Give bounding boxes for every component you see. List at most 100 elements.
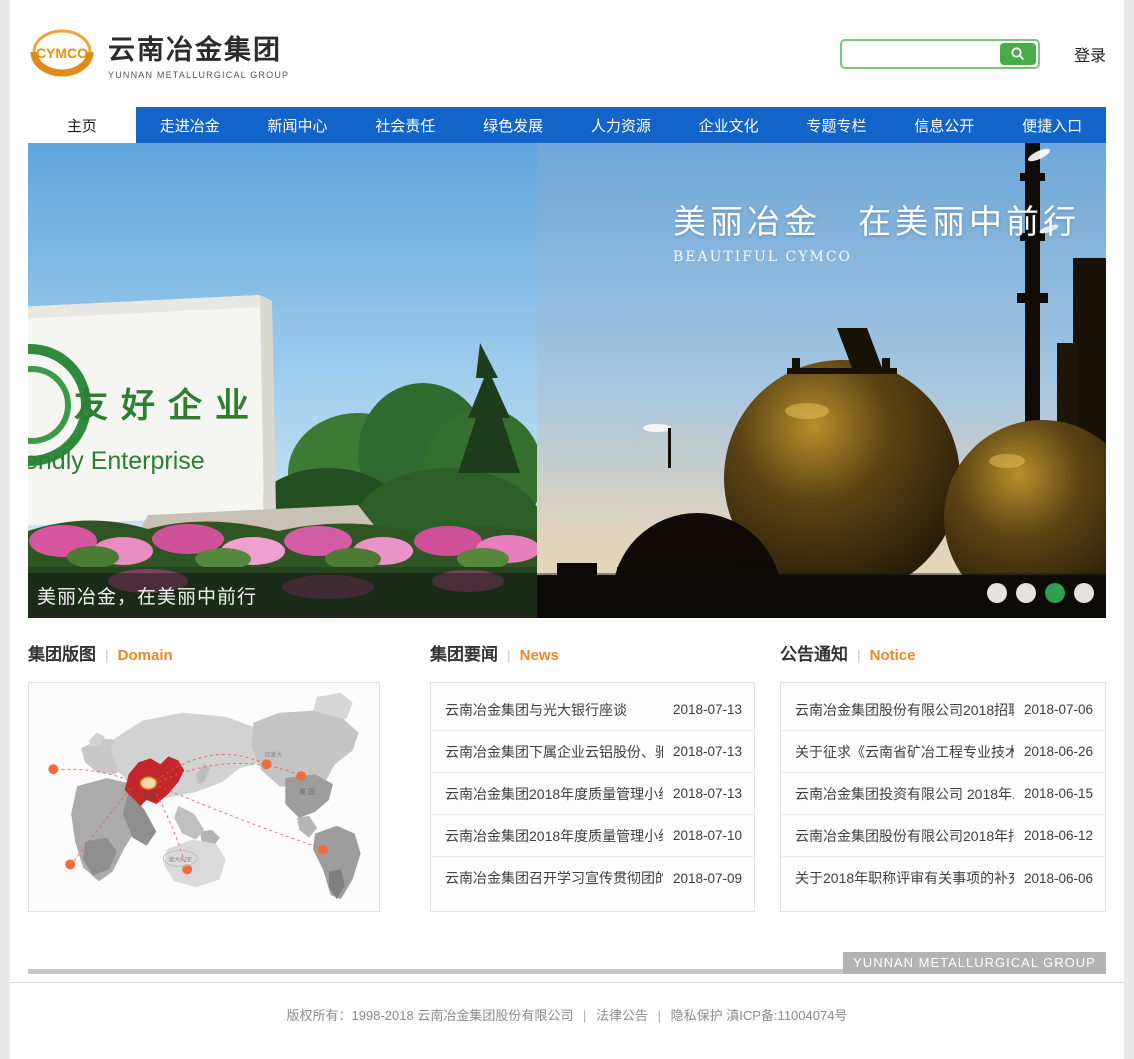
news-item-title: 云南冶金集团2018年度质量管理小组...: [445, 784, 663, 804]
domain-title-cn: 集团版图: [28, 640, 96, 665]
news-item[interactable]: 云南冶金集团2018年度质量管理小组... 2018-07-13: [431, 773, 754, 815]
map-label-australia: 澳大利亚: [168, 855, 192, 863]
nav-item-culture[interactable]: 企业文化: [675, 107, 783, 143]
notice-item[interactable]: 关于2018年职称评审有关事项的补充... 2018-06-06: [781, 857, 1105, 899]
map-label-usa: 美 国: [299, 787, 315, 796]
notice-item-title: 关于2018年职称评审有关事项的补充...: [795, 868, 1014, 888]
notice-title-en: Notice: [870, 647, 916, 664]
notice-item-title: 云南冶金集团投资有限公司 2018年...: [795, 784, 1014, 804]
notice-heading: 公告通知 | Notice: [780, 640, 1106, 670]
notice-item[interactable]: 云南冶金集团股份有限公司2018年招... 2018-06-12: [781, 815, 1105, 857]
nav-item-news[interactable]: 新闻中心: [244, 107, 352, 143]
carousel-dot-2[interactable]: [1016, 583, 1036, 603]
news-item-date: 2018-07-10: [673, 828, 742, 843]
group-banner: YUNNAN METALLURGICAL GROUP: [843, 952, 1106, 974]
page: CYMCO 云南冶金集团 YUNNAN METALLURGICAL GROUP …: [10, 0, 1124, 1059]
heading-separator: |: [105, 647, 109, 663]
notice-item-date: 2018-06-12: [1024, 828, 1093, 843]
nav-item-green-development[interactable]: 绿色发展: [459, 107, 567, 143]
news-title-cn: 集团要闻: [430, 640, 498, 665]
domain-heading: 集团版图 | Domain: [28, 640, 380, 670]
hero-caption-text: 美丽冶金，在美丽中前行: [37, 582, 257, 609]
main-nav: 主页 走进冶金 新闻中心 社会责任 绿色发展 人力资源 企业文化 专题专栏 信息…: [28, 107, 1106, 143]
logo[interactable]: CYMCO 云南冶金集团 YUNNAN METALLURGICAL GROUP: [28, 25, 289, 83]
map-label-china: 中国: [142, 792, 156, 801]
hero-carousel[interactable]: 友好企业 endly Enterprise: [28, 143, 1106, 618]
carousel-dot-1[interactable]: [987, 583, 1007, 603]
news-item[interactable]: 云南冶金集团2018年度质量管理小组... 2018-07-10: [431, 815, 754, 857]
logo-text: 云南冶金集团 YUNNAN METALLURGICAL GROUP: [108, 28, 289, 80]
login-link[interactable]: 登录: [1074, 42, 1106, 66]
carousel-dot-4[interactable]: [1074, 583, 1094, 603]
news-item-title: 云南冶金集团召开学习宣传贯彻团的...: [445, 868, 663, 888]
notice-item[interactable]: 云南冶金集团股份有限公司2018招聘... 2018-07-06: [781, 689, 1105, 731]
sign-text-cn: 友好企业: [74, 386, 262, 425]
nav-item-human-resources[interactable]: 人力资源: [567, 107, 675, 143]
news-item-date: 2018-07-09: [673, 871, 742, 886]
content-columns: 集团版图 | Domain: [10, 618, 1124, 912]
section-notice: 公告通知 | Notice 云南冶金集团股份有限公司2018招聘... 2018…: [780, 640, 1106, 912]
cymco-logo-icon: CYMCO: [28, 25, 96, 83]
nav-item-info-disclosure[interactable]: 信息公开: [890, 107, 998, 143]
nav-item-about[interactable]: 走进冶金: [136, 107, 244, 143]
section-domain: 集团版图 | Domain: [28, 640, 380, 912]
world-map: 中国 加拿大 美 国 澳大利亚: [29, 683, 379, 911]
heading-separator: |: [507, 647, 511, 663]
footer-separator: |: [658, 1008, 661, 1023]
search-input[interactable]: [844, 43, 1000, 65]
site-subtitle: YUNNAN METALLURGICAL GROUP: [108, 70, 289, 80]
strip-divider: [28, 969, 843, 974]
news-item-date: 2018-07-13: [673, 744, 742, 759]
news-title-en: News: [520, 647, 559, 664]
news-item-date: 2018-07-13: [673, 702, 742, 717]
hero-slogan-subtitle: BEAUTIFUL CYMCO: [673, 249, 1080, 265]
news-item-title: 云南冶金集团下属企业云铝股份、驰...: [445, 742, 663, 762]
search-button[interactable]: [1000, 43, 1036, 65]
footer-separator: |: [583, 1008, 586, 1023]
news-item-title: 云南冶金集团与光大银行座谈: [445, 700, 663, 720]
footer: 版权所有：1998-2018 云南冶金集团股份有限公司 | 法律公告 | 隐私保…: [10, 982, 1124, 1050]
nav-item-home[interactable]: 主页: [28, 107, 136, 143]
carousel-dot-3[interactable]: [1045, 583, 1065, 603]
news-item-date: 2018-07-13: [673, 786, 742, 801]
header-right: 登录: [840, 39, 1106, 69]
domain-title-en: Domain: [118, 647, 173, 664]
search-icon: [1010, 46, 1026, 62]
header: CYMCO 云南冶金集团 YUNNAN METALLURGICAL GROUP …: [10, 0, 1124, 107]
carousel-dots: [987, 583, 1094, 603]
notice-list: 云南冶金集团股份有限公司2018招聘... 2018-07-06 关于征求《云南…: [780, 682, 1106, 912]
legal-notice-link[interactable]: 法律公告: [596, 1008, 648, 1023]
sign-text-en: endly Enterprise: [28, 447, 205, 475]
notice-item-date: 2018-06-26: [1024, 744, 1093, 759]
nav-item-social-responsibility[interactable]: 社会责任: [351, 107, 459, 143]
logo-abbr: CYMCO: [36, 45, 88, 61]
map-label-canada: 加拿大: [264, 750, 282, 758]
news-item[interactable]: 云南冶金集团召开学习宣传贯彻团的... 2018-07-09: [431, 857, 754, 899]
notice-item-title: 云南冶金集团股份有限公司2018招聘...: [795, 700, 1014, 720]
notice-item[interactable]: 云南冶金集团投资有限公司 2018年... 2018-06-15: [781, 773, 1105, 815]
hero-slogan: 美丽冶金 在美丽中前行 BEAUTIFUL CYMCO: [673, 195, 1080, 265]
notice-item-date: 2018-06-15: [1024, 786, 1093, 801]
notice-item-date: 2018-06-06: [1024, 871, 1093, 886]
copyright-text: 版权所有：1998-2018 云南冶金集团股份有限公司: [287, 1008, 574, 1023]
hero-slide-left-image: 友好企业 endly Enterprise: [28, 143, 537, 618]
notice-item[interactable]: 关于征求《云南省矿冶工程专业技术... 2018-06-26: [781, 731, 1105, 773]
search-box: [840, 39, 1040, 69]
site-title: 云南冶金集团: [108, 28, 289, 67]
news-item[interactable]: 云南冶金集团与光大银行座谈 2018-07-13: [431, 689, 754, 731]
nav-item-special-topics[interactable]: 专题专栏: [783, 107, 891, 143]
bottom-strip: YUNNAN METALLURGICAL GROUP: [28, 952, 1106, 974]
heading-separator: |: [857, 647, 861, 663]
notice-item-date: 2018-07-06: [1024, 702, 1093, 717]
news-list: 云南冶金集团与光大银行座谈 2018-07-13 云南冶金集团下属企业云铝股份、…: [430, 682, 755, 912]
news-heading: 集团要闻 | News: [430, 640, 755, 670]
notice-title-cn: 公告通知: [780, 640, 848, 665]
privacy-link[interactable]: 隐私保护: [671, 1008, 723, 1023]
hero-caption-bar: 美丽冶金，在美丽中前行: [28, 573, 1106, 618]
nav-item-quick-entry[interactable]: 便捷入口: [998, 107, 1106, 143]
hero-slogan-title: 美丽冶金 在美丽中前行: [673, 195, 1080, 243]
news-item[interactable]: 云南冶金集团下属企业云铝股份、驰... 2018-07-13: [431, 731, 754, 773]
notice-item-title: 云南冶金集团股份有限公司2018年招...: [795, 826, 1014, 846]
notice-item-title: 关于征求《云南省矿冶工程专业技术...: [795, 742, 1014, 762]
world-map-panel: 中国 加拿大 美 国 澳大利亚: [28, 682, 380, 912]
